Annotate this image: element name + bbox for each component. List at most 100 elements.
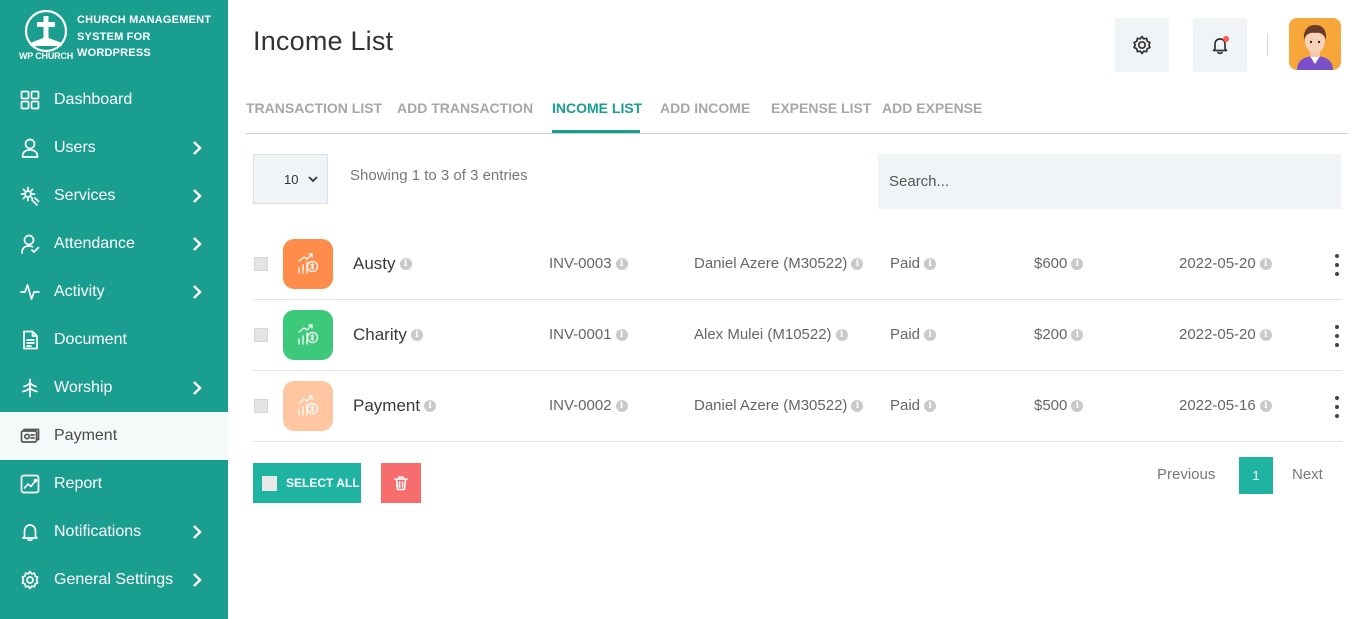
trash-icon: [393, 475, 409, 491]
date: 2022-05-16 i: [1179, 397, 1272, 414]
income-name: Payment i: [353, 396, 437, 416]
info-icon[interactable]: i: [615, 328, 628, 341]
invoice-number: INV-0002 i: [549, 397, 628, 414]
payment-status-text: Paid: [890, 397, 921, 414]
app-root: WP CHURCH CHURCH MANAGEMENT SYSTEM FOR W…: [0, 0, 1365, 619]
chevron-down-icon: [308, 176, 318, 183]
table-row[interactable]: Charity i INV-0001 i Alex Mulei (M10522) i …: [253, 300, 1342, 371]
sidebar-item-label: Notifications: [54, 523, 142, 540]
row-checkbox[interactable]: [254, 328, 268, 342]
sidebar-item-label: Services: [54, 187, 116, 204]
payment-status: Paid i: [890, 255, 937, 272]
payment-status-text: Paid: [890, 255, 921, 272]
sidebar-item-attendance[interactable]: Attendance: [0, 220, 228, 268]
info-icon[interactable]: i: [1259, 257, 1272, 270]
info-icon[interactable]: i: [851, 399, 864, 412]
member-name-text: Daniel Azere (M30522): [694, 255, 848, 272]
sidebar-item-document[interactable]: Document: [0, 316, 228, 364]
page-title: Income List: [253, 26, 394, 56]
info-icon[interactable]: i: [1071, 399, 1084, 412]
per-page-select[interactable]: 10: [253, 154, 328, 204]
income-name: Austy i: [353, 254, 412, 274]
row-checkbox[interactable]: [254, 257, 268, 271]
chevron-right-icon: [192, 572, 202, 588]
info-icon[interactable]: i: [924, 328, 937, 341]
info-icon[interactable]: i: [1259, 328, 1272, 341]
info-icon[interactable]: i: [1071, 257, 1084, 270]
avatar[interactable]: [1289, 18, 1341, 70]
sidebar-item-dashboard[interactable]: Dashboard: [0, 76, 228, 124]
payment-status-text: Paid: [890, 326, 921, 343]
sidebar-item-report[interactable]: Report: [0, 460, 228, 508]
brand[interactable]: WP CHURCH CHURCH MANAGEMENT SYSTEM FOR W…: [18, 9, 218, 66]
info-icon[interactable]: i: [924, 399, 937, 412]
attendance-icon: [20, 234, 40, 254]
chevron-right-icon: [192, 524, 202, 540]
select-all-checkbox[interactable]: [262, 475, 277, 491]
invoice-number: INV-0003 i: [549, 255, 628, 272]
pagination-next[interactable]: Next: [1292, 466, 1323, 483]
info-icon[interactable]: i: [399, 258, 412, 270]
info-icon[interactable]: i: [615, 399, 628, 412]
amount-text: $200: [1034, 326, 1068, 343]
sidebar-item-label: Users: [54, 139, 96, 156]
sidebar-item-payment[interactable]: Payment: [0, 412, 228, 460]
tab-income-list[interactable]: INCOME LIST: [552, 100, 642, 116]
sidebar-nav: Dashboard Users Services Attendance Acti…: [0, 76, 228, 604]
sidebar-item-label: General Settings: [54, 571, 174, 588]
info-icon[interactable]: i: [924, 257, 937, 270]
member-name: Daniel Azere (M30522) i: [694, 255, 864, 272]
income-name-text: Payment: [353, 396, 421, 415]
entries-info: Showing 1 to 3 of 3 entries: [350, 167, 528, 184]
tab-add-income[interactable]: ADD INCOME: [660, 100, 750, 116]
select-all-button[interactable]: SELECT ALL: [253, 463, 361, 503]
row-actions-menu-icon[interactable]: [1334, 325, 1340, 347]
pagination-previous[interactable]: Previous: [1157, 466, 1215, 483]
member-name: Daniel Azere (M30522) i: [694, 397, 864, 414]
tabs: TRANSACTION LIST ADD TRANSACTION INCOME …: [246, 96, 1348, 134]
amount-text: $600: [1034, 255, 1068, 272]
invoice-number-text: INV-0003: [549, 255, 612, 272]
info-icon[interactable]: i: [835, 328, 848, 341]
sidebar: WP CHURCH CHURCH MANAGEMENT SYSTEM FOR W…: [0, 0, 228, 619]
tab-add-transaction[interactable]: ADD TRANSACTION: [397, 100, 533, 116]
invoice-number-text: INV-0002: [549, 397, 612, 414]
table-row[interactable]: Payment i INV-0002 i Daniel Azere (M30522)…: [253, 371, 1342, 442]
info-icon[interactable]: i: [424, 400, 437, 412]
table-row[interactable]: Austy i INV-0003 i Daniel Azere (M30522) i …: [253, 229, 1342, 300]
header-divider: [1267, 34, 1268, 56]
notification-dot: [1223, 36, 1229, 42]
active-tab-indicator: [552, 130, 640, 133]
search-input[interactable]: [878, 154, 1341, 209]
sidebar-item-services[interactable]: Services: [0, 172, 228, 220]
tab-expense-list[interactable]: EXPENSE LIST: [771, 100, 871, 116]
row-actions-menu-icon[interactable]: [1334, 254, 1340, 276]
info-icon[interactable]: i: [1071, 328, 1084, 341]
gear-icon: [20, 570, 40, 590]
info-icon[interactable]: i: [1259, 399, 1272, 412]
sidebar-item-users[interactable]: Users: [0, 124, 228, 172]
brand-title: CHURCH MANAGEMENT SYSTEM FOR WORDPRESS: [77, 14, 212, 59]
info-icon[interactable]: i: [410, 329, 423, 341]
church-logo-icon: WP CHURCH: [18, 9, 74, 62]
info-icon[interactable]: i: [615, 257, 628, 270]
notifications-button[interactable]: [1193, 18, 1247, 72]
info-icon[interactable]: i: [851, 257, 864, 270]
amount: $600 i: [1034, 255, 1084, 272]
amount: $200 i: [1034, 326, 1084, 343]
pagination-page-1[interactable]: 1: [1239, 457, 1273, 494]
select-all-label: SELECT ALL: [286, 476, 360, 490]
delete-button[interactable]: [381, 463, 421, 503]
services-icon: [20, 186, 40, 206]
sidebar-item-notifications[interactable]: Notifications: [0, 508, 228, 556]
row-actions-menu-icon[interactable]: [1334, 396, 1340, 418]
tab-add-expense[interactable]: ADD EXPENSE: [882, 100, 982, 116]
row-checkbox[interactable]: [254, 399, 268, 413]
sidebar-item-activity[interactable]: Activity: [0, 268, 228, 316]
tab-transaction-list[interactable]: TRANSACTION LIST: [246, 100, 382, 116]
sidebar-item-worship[interactable]: Worship: [0, 364, 228, 412]
sidebar-item-general-settings[interactable]: General Settings: [0, 556, 228, 604]
settings-button[interactable]: [1115, 18, 1169, 72]
sidebar-item-label: Worship: [54, 379, 113, 396]
chevron-right-icon: [192, 140, 202, 156]
